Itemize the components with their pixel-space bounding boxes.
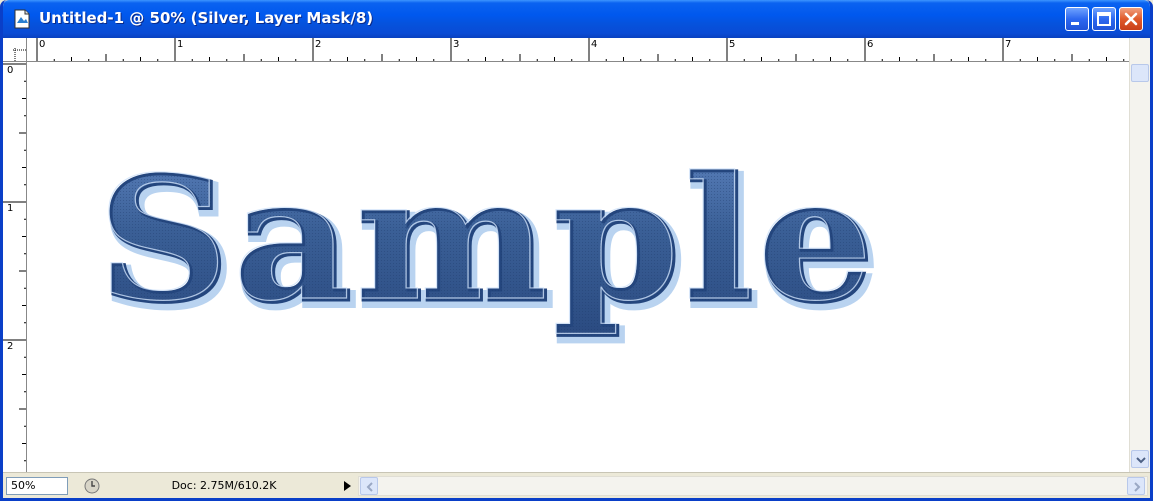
- hruler-label-4: 4: [591, 39, 598, 50]
- window-title: Untitled-1 @ 50% (Silver, Layer Mask/8): [39, 9, 374, 27]
- maximize-icon: [1097, 12, 1111, 26]
- hruler-label-6: 6: [867, 39, 874, 50]
- hruler-label-2: 2: [315, 39, 322, 50]
- hruler-label-1: 1: [177, 39, 184, 50]
- photoshop-document-icon: [14, 9, 30, 29]
- chevron-right-icon: [1134, 482, 1141, 492]
- vertical-scrollbar[interactable]: [1129, 38, 1150, 472]
- minimize-button[interactable]: [1065, 7, 1089, 31]
- ruler-origin-icon: [13, 48, 27, 62]
- horizontal-ruler[interactable]: 0 1 2 3 4 5 6 7: [27, 38, 1129, 62]
- hruler-label-3: 3: [453, 39, 460, 50]
- title-bar[interactable]: Untitled-1 @ 50% (Silver, Layer Mask/8): [3, 0, 1150, 38]
- vruler-label-1: 1: [7, 203, 14, 214]
- status-bar: 50% Doc: 2.75M/610.2K: [3, 472, 1150, 498]
- scroll-up-button[interactable]: [1131, 64, 1149, 82]
- sample-text-artwork: Sample Sample Sample Sample: [96, 138, 882, 349]
- zoom-level-field[interactable]: 50%: [6, 477, 68, 495]
- document-window: Untitled-1 @ 50% (Silver, Layer Mask/8) …: [0, 0, 1153, 501]
- horizontal-scrollbar[interactable]: [358, 476, 1148, 496]
- vertical-ruler[interactable]: 0 1 2: [3, 62, 27, 472]
- vruler-label-0: 0: [7, 65, 14, 76]
- hruler-label-7: 7: [1005, 39, 1012, 50]
- hruler-label-0: 0: [39, 39, 46, 50]
- hruler-label-5: 5: [729, 39, 736, 50]
- sample-text-highlight: Sample: [97, 139, 877, 339]
- close-icon: [1124, 12, 1138, 26]
- document-size-info: Doc: 2.75M/610.2K: [171, 479, 277, 492]
- minimize-icon: [1071, 22, 1079, 25]
- status-menu-icon[interactable]: [83, 477, 101, 495]
- status-arrow-icon[interactable]: [343, 480, 353, 492]
- horizontal-ruler-ticks: [36, 38, 1125, 61]
- scroll-left-button[interactable]: [360, 477, 378, 495]
- close-button[interactable]: [1119, 7, 1143, 31]
- vruler-label-2: 2: [7, 341, 14, 352]
- scroll-right-button[interactable]: [1127, 477, 1145, 495]
- vertical-ruler-ticks: [3, 63, 26, 462]
- chevron-left-icon: [366, 482, 373, 492]
- scroll-down-button[interactable]: [1131, 450, 1149, 468]
- ruler-origin-corner[interactable]: [3, 38, 27, 62]
- maximize-button[interactable]: [1092, 7, 1116, 31]
- chevron-down-icon: [1136, 457, 1146, 464]
- document-canvas[interactable]: Sample Sample Sample Sample: [27, 62, 1129, 472]
